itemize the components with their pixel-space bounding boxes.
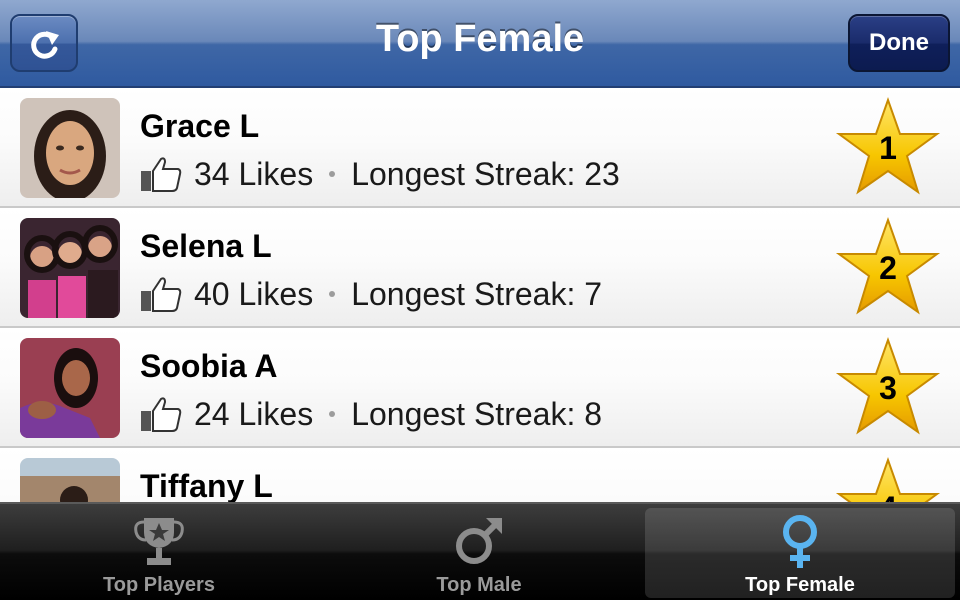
separator-dot — [329, 411, 336, 417]
female-symbol-icon — [783, 515, 817, 568]
avatar — [20, 218, 120, 318]
rank-badge: 4 — [834, 456, 942, 502]
rank-number: 4 — [834, 490, 942, 502]
avatar — [20, 338, 120, 438]
leaderboard-row[interactable]: Tiffany L 4 — [0, 448, 960, 502]
tab-bar: Top Players Top Male Top Female — [0, 502, 960, 600]
tab-label: Top Players — [103, 574, 215, 596]
leaderboard-row[interactable]: Soobia A 24 Likes Longest Streak: 8 3 — [0, 328, 960, 448]
rank-number: 1 — [879, 130, 897, 166]
avatar — [20, 98, 120, 198]
rank-number: 3 — [879, 370, 897, 406]
player-name: Tiffany L — [140, 468, 273, 502]
leaderboard-row[interactable]: Grace L 34 Likes Longest Streak: 23 1 — [0, 88, 960, 208]
rank-badge: 3 — [834, 336, 942, 440]
page-title: Top Female — [375, 18, 585, 60]
player-stats: 40 Likes Longest Streak: 7 — [140, 274, 602, 314]
thumbs-up-icon — [141, 157, 182, 192]
trophy-icon — [134, 518, 184, 565]
avatar — [20, 458, 120, 502]
thumbs-up-icon — [141, 397, 182, 432]
tab-top-male[interactable]: Top Male — [324, 508, 634, 598]
player-stats: 24 Likes Longest Streak: 8 — [140, 394, 602, 434]
tab-top-female[interactable]: Top Female — [645, 508, 955, 598]
thumbs-up-icon — [141, 277, 182, 312]
separator-dot — [329, 171, 336, 177]
longest-streak: Longest Streak: 8 — [351, 395, 603, 432]
tab-label: Top Male — [436, 574, 522, 596]
player-name: Selena L — [140, 228, 272, 264]
done-button[interactable]: Done — [848, 14, 950, 72]
longest-streak: Longest Streak: 23 — [351, 155, 620, 192]
likes-count: 24 Likes — [194, 395, 314, 432]
leaderboard-row[interactable]: Selena L 40 Likes Longest Streak: 7 2 — [0, 208, 960, 328]
rank-badge: 2 — [834, 216, 942, 320]
longest-streak: Longest Streak: 7 — [351, 275, 603, 312]
navigation-bar: Top Female Done — [0, 0, 960, 88]
tab-top-players[interactable]: Top Players — [4, 508, 314, 598]
rank-number: 2 — [879, 250, 897, 286]
separator-dot — [329, 291, 336, 297]
male-symbol-icon — [456, 518, 502, 564]
likes-count: 34 Likes — [194, 155, 314, 192]
player-name: Soobia A — [140, 348, 278, 384]
likes-count: 40 Likes — [194, 275, 314, 312]
player-name: Grace L — [140, 108, 260, 144]
tab-label: Top Female — [745, 574, 855, 596]
rank-badge: 1 — [834, 96, 942, 200]
player-stats: 34 Likes Longest Streak: 23 — [140, 154, 620, 194]
leaderboard-list[interactable]: Grace L 34 Likes Longest Streak: 23 1 Se… — [0, 88, 960, 502]
